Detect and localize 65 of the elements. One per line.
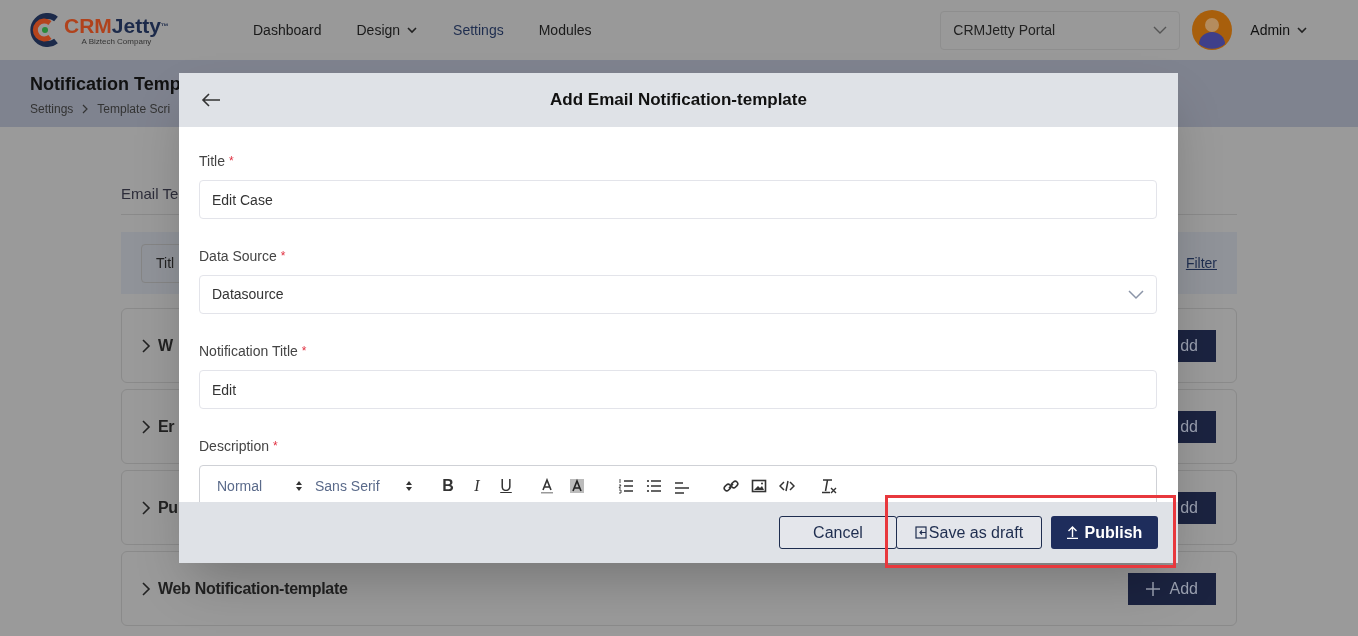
section-title: Web Notification-template: [158, 578, 348, 599]
tab-label[interactable]: Email Te: [121, 185, 179, 202]
nav-link[interactable]: Design: [356, 19, 419, 41]
chevron-down-icon: [1296, 24, 1308, 36]
breadcrumb-link[interactable]: Settings: [30, 100, 74, 118]
format-select[interactable]: Normal: [217, 475, 303, 497]
italic-button[interactable]: I: [467, 474, 487, 498]
advanced-filter-link[interactable]: Filter: [1185, 252, 1217, 274]
add-button[interactable]: dd: [1178, 410, 1216, 443]
add-button[interactable]: dd: [1178, 491, 1216, 524]
save-draft-button[interactable]: Save as draft: [896, 516, 1042, 549]
text-field[interactable]: Edit Case: [199, 180, 1157, 219]
logo-text: CRMJetty$^{™}$: [64, 14, 169, 36]
required-mark: *: [228, 153, 234, 170]
code-icon[interactable]: [779, 478, 795, 494]
add-button[interactable]: dd: [1178, 329, 1216, 362]
text-field[interactable]: Edit: [199, 370, 1157, 409]
required-mark: *: [301, 343, 307, 360]
logo-tagline: A Biztech Company: [81, 37, 152, 46]
upload-icon: [1066, 526, 1078, 539]
logo-icon: [30, 13, 60, 47]
portal-select[interactable]: CRMJetty Portal: [940, 10, 1181, 50]
required-mark: *: [280, 248, 286, 265]
nav-link[interactable]: Settings: [453, 19, 504, 41]
chevron-right-icon: [141, 500, 151, 515]
field-label: Data Source: [199, 247, 277, 265]
select-field[interactable]: Datasource: [199, 275, 1157, 314]
field-label: Title: [199, 152, 225, 170]
section-title: Er: [158, 416, 175, 437]
add-button[interactable]: Add: [1127, 572, 1216, 605]
field-label: Notification Title: [199, 342, 298, 360]
image-icon[interactable]: [751, 478, 767, 494]
import-icon: [914, 526, 927, 539]
bold-button[interactable]: B: [438, 474, 458, 498]
chevron-right-icon: [141, 581, 151, 596]
publish-button[interactable]: Publish: [1051, 516, 1158, 549]
plus-icon: [1145, 581, 1160, 596]
chevron-right-icon: [141, 338, 151, 353]
sort-arrows-icon: [295, 480, 303, 492]
underline-button[interactable]: U: [496, 474, 516, 498]
chevron-down-icon: [1153, 24, 1168, 36]
section-title: W: [158, 335, 173, 356]
avatar-icon: [1192, 10, 1233, 50]
field-label: Description: [199, 437, 270, 455]
format-select[interactable]: Sans Serif: [315, 475, 413, 497]
numbered-list-icon[interactable]: [618, 478, 634, 494]
cancel-button[interactable]: Cancel: [779, 516, 897, 549]
modal-title: Add Email Notification-template: [549, 89, 808, 112]
nav-link[interactable]: Dashboard: [253, 19, 322, 41]
chevron-down-icon: [1128, 289, 1144, 300]
page-title: Notification Temp: [30, 73, 182, 96]
back-arrow-icon[interactable]: [201, 93, 221, 107]
chevron-right-icon: [81, 104, 90, 114]
bullet-list-icon[interactable]: [646, 478, 662, 494]
highlight-icon[interactable]: [569, 478, 585, 494]
required-mark: *: [273, 438, 278, 455]
section-title: Pu: [158, 497, 178, 518]
link-icon[interactable]: [723, 478, 739, 494]
nav-link[interactable]: Modules: [538, 19, 592, 41]
user-menu[interactable]: Admin: [1250, 19, 1308, 41]
clear-format-icon[interactable]: [821, 478, 837, 494]
chevron-right-icon: [141, 419, 151, 434]
text-color-icon[interactable]: [539, 478, 555, 494]
sort-arrows-icon: [405, 480, 413, 492]
breadcrumb-link[interactable]: Template Scri: [97, 100, 171, 118]
